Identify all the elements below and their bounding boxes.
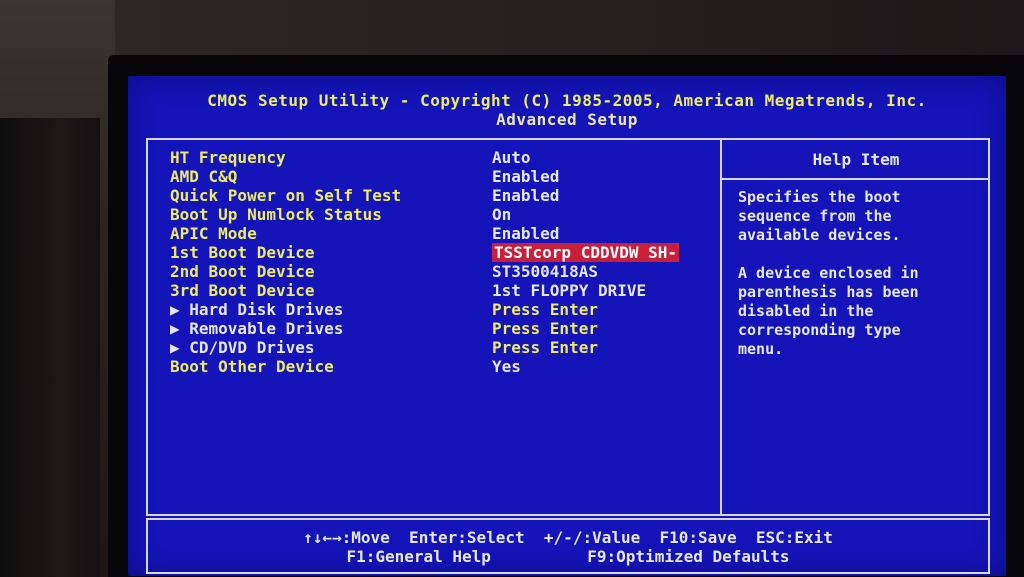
- submenu-hard-disk-drives[interactable]: ▶ Hard Disk Drives Press Enter: [148, 300, 720, 319]
- submenu-removable-drives[interactable]: ▶ Removable Drives Press Enter: [148, 319, 720, 338]
- setting-apic-mode[interactable]: APIC Mode Enabled: [148, 224, 720, 243]
- help-text: Specifies the boot sequence from the ava…: [738, 188, 919, 358]
- setting-label: APIC Mode: [170, 224, 257, 243]
- setting-value[interactable]: ST3500418AS: [492, 262, 598, 281]
- page-title: Advanced Setup: [496, 110, 638, 129]
- bios-screen: CMOS Setup Utility - Copyright (C) 1985-…: [128, 76, 1006, 576]
- setting-value[interactable]: Enabled: [492, 167, 559, 186]
- submenu-value[interactable]: Press Enter: [492, 300, 598, 319]
- setting-amd-cq[interactable]: AMD C&Q Enabled: [148, 167, 720, 186]
- submenu-label: ▶ Hard Disk Drives: [170, 300, 344, 319]
- submenu-label: ▶ Removable Drives: [170, 319, 344, 338]
- setting-label: Boot Up Numlock Status: [170, 205, 382, 224]
- setting-label: HT Frequency: [170, 148, 286, 167]
- help-title: Help Item: [722, 140, 990, 180]
- setting-value[interactable]: 1st FLOPPY DRIVE: [492, 281, 646, 300]
- submenu-value[interactable]: Press Enter: [492, 338, 598, 357]
- setting-value-selected[interactable]: TSSTcorp CDDVDW SH-: [492, 243, 680, 262]
- settings-panel: HT Frequency Auto AMD C&Q Enabled Quick …: [146, 138, 990, 516]
- bios-title: CMOS Setup Utility - Copyright (C) 1985-…: [207, 91, 927, 110]
- setting-label: 1st Boot Device: [170, 243, 315, 262]
- setting-label: 3rd Boot Device: [170, 281, 315, 300]
- setting-1st-boot-device[interactable]: 1st Boot Device TSSTcorp CDDVDW SH-: [148, 243, 720, 262]
- setting-value[interactable]: Auto: [492, 148, 531, 167]
- submenu-value[interactable]: Press Enter: [492, 319, 598, 338]
- key-legend-line2: F1:General Help F9:Optimized Defaults: [346, 547, 790, 566]
- submenu-label: ▶ CD/DVD Drives: [170, 338, 315, 357]
- key-legend-line1: ↑↓←→:Move Enter:Select +/-/:Value F10:Sa…: [303, 528, 833, 547]
- setting-3rd-boot-device[interactable]: 3rd Boot Device 1st FLOPPY DRIVE: [148, 281, 720, 300]
- setting-label: Quick Power on Self Test: [170, 186, 402, 205]
- setting-label: 2nd Boot Device: [170, 262, 315, 281]
- setting-label: Boot Other Device: [170, 357, 334, 376]
- settings-list: HT Frequency Auto AMD C&Q Enabled Quick …: [148, 148, 720, 376]
- setting-value[interactable]: Yes: [492, 357, 521, 376]
- setting-value[interactable]: Enabled: [492, 224, 559, 243]
- submenu-cd-dvd-drives[interactable]: ▶ CD/DVD Drives Press Enter: [148, 338, 720, 357]
- panel-divider: [720, 140, 722, 514]
- setting-numlock[interactable]: Boot Up Numlock Status On: [148, 205, 720, 224]
- setting-2nd-boot-device[interactable]: 2nd Boot Device ST3500418AS: [148, 262, 720, 281]
- key-legend: ↑↓←→:Move Enter:Select +/-/:Value F10:Sa…: [146, 518, 990, 574]
- setting-ht-frequency[interactable]: HT Frequency Auto: [148, 148, 720, 167]
- setting-value[interactable]: Enabled: [492, 186, 559, 205]
- setting-value[interactable]: On: [492, 205, 511, 224]
- setting-label: AMD C&Q: [170, 167, 238, 186]
- setting-quick-post[interactable]: Quick Power on Self Test Enabled: [148, 186, 720, 205]
- setting-boot-other-device[interactable]: Boot Other Device Yes: [148, 357, 720, 376]
- speaker-box: [0, 118, 100, 577]
